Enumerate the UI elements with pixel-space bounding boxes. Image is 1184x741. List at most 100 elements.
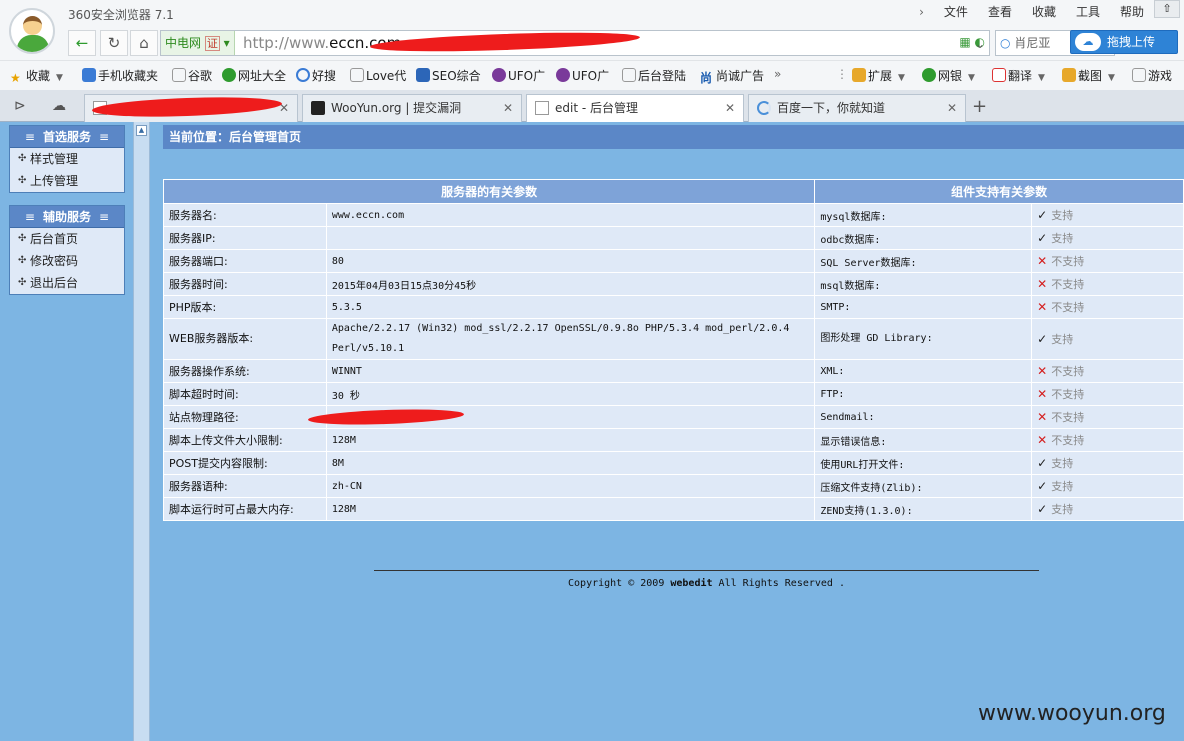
fav-ufo-1[interactable]: UFO广 xyxy=(492,67,545,84)
collapse-arrow-icon[interactable]: ▲ xyxy=(136,125,147,136)
component-status: ✓ 支持 xyxy=(1031,474,1184,498)
favorites-bar: ★ 收藏 ▼ 手机收藏夹 谷歌 网址大全 好搜 Love代 SEO综合 UFO广 U… xyxy=(0,60,1184,90)
close-icon[interactable]: ✕ xyxy=(279,95,289,121)
drag-upload-button[interactable]: ☁ 拖拽上传 xyxy=(1070,30,1178,54)
fav-haosou[interactable]: 好搜 xyxy=(296,67,336,84)
ext-games[interactable]: 游戏 xyxy=(1132,67,1172,84)
ufo-icon xyxy=(556,68,570,82)
sidebar-item-logout[interactable]: ✣ 退出后台 xyxy=(10,272,124,294)
sidebar-toggle-icon[interactable]: ⊳ xyxy=(14,98,26,114)
sidebar-item-home[interactable]: ✣ 后台首页 xyxy=(10,228,124,250)
cross-icon: ✕ xyxy=(1037,277,1048,291)
table-row: 服务器时间: 2015年04月03日15点30分45秒 msql数据库: ✕ 不支持 xyxy=(163,272,1184,296)
fav-site-nav[interactable]: 网址大全 xyxy=(222,67,286,84)
fav-mobile[interactable]: 手机收藏夹 xyxy=(82,67,158,84)
param-value: zh-CN xyxy=(325,474,816,498)
component-status: ✕ 不支持 xyxy=(1031,428,1184,452)
param-label: 服务器端口: xyxy=(163,249,327,273)
ext-bank[interactable]: 网银 ▼ xyxy=(922,67,975,84)
param-value: 8M xyxy=(325,451,816,475)
table-row: 服务器语种: zh-CN 压缩文件支持(Zlib): ✓ 支持 xyxy=(163,474,1184,498)
component-params-header: 组件支持有关参数 xyxy=(814,179,1184,204)
wooyun-icon xyxy=(311,101,325,115)
server-info-table: 服务器的有关参数 组件支持有关参数 服务器名: www.eccn.com mysql… xyxy=(162,179,1184,521)
menu-group-auxiliary: ≡ 辅助服务 ≡ ✣ 后台首页 ✣ 修改密码 ✣ 退出后台 xyxy=(9,205,125,295)
component-status: ✕ 不支持 xyxy=(1031,405,1184,429)
page-content: ≡ 首选服务 ≡ ✣ 样式管理 ✣ 上传管理 ≡ 辅助服务 ≡ ✣ 后台首页 ✣ 修改密码 ✣ 退… xyxy=(0,122,1184,741)
param-label: 服务器时间: xyxy=(163,272,327,296)
close-icon[interactable]: ✕ xyxy=(947,95,957,121)
more-favorites-icon[interactable]: » xyxy=(774,67,781,81)
menu-tools[interactable]: 工具 xyxy=(1066,4,1110,20)
status-text: 支持 xyxy=(1051,332,1074,346)
cross-icon: ✕ xyxy=(1037,387,1048,401)
check-icon: ✓ xyxy=(1037,502,1048,516)
tab-edit-admin[interactable]: edit - 后台管理 ✕ xyxy=(526,94,744,122)
dropdown-chevron-icon[interactable]: ⌄ xyxy=(966,32,994,58)
ext-screenshot[interactable]: 截图 ▼ xyxy=(1062,67,1115,84)
menu-group-header[interactable]: ≡ 首选服务 ≡ xyxy=(10,126,124,148)
ext-translate[interactable]: 翻译 ▼ xyxy=(992,67,1045,84)
menu-lines-icon: ≡ xyxy=(99,130,110,144)
fav-love[interactable]: Love代 xyxy=(350,67,406,84)
menu-favorites[interactable]: 收藏 xyxy=(1022,4,1066,20)
server-params-header: 服务器的有关参数 xyxy=(162,179,816,204)
status-text: 支持 xyxy=(1051,232,1074,245)
fav-bookmarks[interactable]: ★ 收藏 ▼ xyxy=(10,67,63,85)
menu-group-preferred: ≡ 首选服务 ≡ ✣ 样式管理 ✣ 上传管理 xyxy=(9,125,125,193)
param-value: Apache/2.2.17 (Win32) mod_ssl/2.2.17 Ope… xyxy=(325,318,816,360)
home-icon[interactable]: ⌂ xyxy=(130,30,158,56)
frame-splitter[interactable]: ▲ xyxy=(133,122,150,741)
menu-group-header[interactable]: ≡ 辅助服务 ≡ xyxy=(10,206,124,228)
tab-wooyun[interactable]: WooYun.org | 提交漏洞 ✕ xyxy=(302,94,522,122)
chevron-right-icon[interactable]: › xyxy=(909,4,934,20)
certificate-badge[interactable]: 中电网 证 ▾ xyxy=(161,31,235,55)
fav-admin-login[interactable]: 后台登陆 xyxy=(622,67,686,84)
status-text: 不支持 xyxy=(1051,434,1085,447)
menu-file[interactable]: 文件 xyxy=(934,4,978,20)
component-label: ZEND支持(1.3.0): xyxy=(814,497,1033,521)
sidebar-item-upload[interactable]: ✣ 上传管理 xyxy=(10,170,124,192)
menu-view[interactable]: 查看 xyxy=(978,4,1022,20)
user-avatar[interactable] xyxy=(9,8,55,54)
param-value: 5.3.5 xyxy=(325,295,816,319)
component-label: 图形处理 GD Library: xyxy=(814,318,1033,360)
table-row: 脚本运行时可占最大内存: 128M ZEND支持(1.3.0): ✓ 支持 xyxy=(163,497,1184,521)
param-label: POST提交内容限制: xyxy=(163,451,327,475)
param-value: 128M xyxy=(325,497,816,521)
sidebar-item-style[interactable]: ✣ 样式管理 xyxy=(10,148,124,170)
cert-mark-icon: 证 xyxy=(204,36,220,51)
check-icon: ✓ xyxy=(1037,331,1048,346)
ext-extensions[interactable]: 扩展 ▼ xyxy=(852,67,905,84)
close-icon[interactable]: ✕ xyxy=(725,95,735,121)
param-value: 2015年04月03日15点30分45秒 xyxy=(325,272,816,296)
close-icon[interactable]: ✕ xyxy=(503,95,513,121)
table-row: 脚本上传文件大小限制: 128M 显示错误信息: ✕ 不支持 xyxy=(163,428,1184,452)
more-options-icon[interactable]: ⋮ xyxy=(836,67,848,81)
fav-seo[interactable]: SEO综合 xyxy=(416,67,481,84)
title-bar: 360安全浏览器 7.1 › 文件 查看 收藏 工具 帮助 ⇧ xyxy=(0,0,1184,28)
menu-lines-icon: ≡ xyxy=(24,130,35,144)
tab-baidu[interactable]: 百度一下，你就知道 ✕ xyxy=(748,94,966,122)
page-icon xyxy=(535,101,549,115)
table-row: 脚本超时时间: 30 秒 FTP: ✕ 不支持 xyxy=(163,382,1184,406)
cloud-tab-icon[interactable]: ☁ xyxy=(52,98,66,114)
new-tab-icon[interactable]: + xyxy=(972,96,987,117)
ufo-icon xyxy=(492,68,506,82)
left-sidebar: ≡ 首选服务 ≡ ✣ 样式管理 ✣ 上传管理 ≡ 辅助服务 ≡ ✣ 后台首页 ✣ 修改密码 ✣ 退… xyxy=(0,122,133,741)
cross-icon: ✕ xyxy=(1037,410,1048,424)
refresh-icon[interactable]: ↻ xyxy=(100,30,128,56)
puzzle-icon xyxy=(852,68,866,82)
upgrade-icon[interactable]: ⇧ xyxy=(1154,0,1180,18)
param-value: 128M xyxy=(325,428,816,452)
back-arrow-icon[interactable]: ← xyxy=(68,30,96,56)
menu-lines-icon: ≡ xyxy=(24,210,35,224)
fav-shangcheng[interactable]: 尚尚诚广告 xyxy=(700,67,764,85)
fav-ufo-2[interactable]: UFO广 xyxy=(556,67,609,84)
fav-google[interactable]: 谷歌 xyxy=(172,67,212,84)
menu-help[interactable]: 帮助 xyxy=(1110,4,1154,20)
sidebar-item-password[interactable]: ✣ 修改密码 xyxy=(10,250,124,272)
component-label: mysql数据库: xyxy=(814,203,1033,227)
bullet-icon: ✣ xyxy=(18,277,27,288)
cross-icon: ✕ xyxy=(1037,300,1048,314)
